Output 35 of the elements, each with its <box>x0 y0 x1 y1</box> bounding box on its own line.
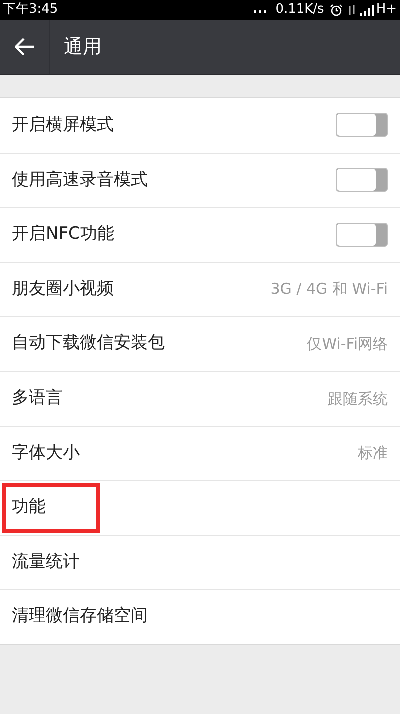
settings-row[interactable]: 使用高速录音模式 <box>0 152 400 208</box>
settings-row[interactable]: 开启NFC功能 <box>0 207 400 262</box>
setting-value: 3G / 4G 和 Wi-Fi <box>270 279 388 300</box>
settings-row[interactable]: 自动下载微信安装包 仅Wi-Fi网络 <box>0 316 400 371</box>
network-type: H+ <box>376 1 397 20</box>
setting-label: 开启NFC功能 <box>12 223 114 246</box>
setting-label: 使用高速录音模式 <box>12 168 148 192</box>
setting-value: 仅Wi-Fi网络 <box>307 334 388 355</box>
page-title: 通用 <box>64 34 102 60</box>
settings-row[interactable]: 朋友圈小视频 3G / 4G 和 Wi-Fi <box>0 262 400 316</box>
setting-label: 自动下载微信安装包 <box>12 332 165 356</box>
toggle-switch[interactable] <box>336 222 388 247</box>
setting-label: 开启横屏模式 <box>12 114 114 137</box>
settings-row[interactable]: 清理微信存储空间 <box>0 589 400 644</box>
toggle-switch[interactable] <box>336 113 388 138</box>
setting-label: 朋友圈小视频 <box>12 278 114 301</box>
setting-label: 多语言 <box>12 387 63 410</box>
settings-row[interactable]: 开启横屏模式 <box>0 98 400 153</box>
signal-icon <box>360 4 374 16</box>
setting-value: 标准 <box>358 443 388 464</box>
settings-row[interactable]: 字体大小 标准 <box>0 426 400 480</box>
status-time: 下午3:45 <box>3 1 58 20</box>
setting-label: 流量统计 <box>12 550 80 574</box>
settings-row[interactable]: 多语言 跟随系统 <box>0 370 400 426</box>
setting-label: 清理微信存储空间 <box>12 605 148 628</box>
settings-row[interactable]: 功能 <box>0 480 400 535</box>
data-transfer-icon <box>348 4 356 16</box>
alarm-icon <box>330 4 344 16</box>
toggle-switch[interactable] <box>336 168 388 192</box>
back-arrow-icon <box>14 38 34 56</box>
setting-label: 字体大小 <box>12 442 80 465</box>
status-dots: ... <box>252 1 268 20</box>
setting-value: 跟随系统 <box>328 388 388 410</box>
network-speed: 0.11K/s <box>276 1 324 20</box>
settings-row[interactable]: 流量统计 <box>0 534 400 590</box>
